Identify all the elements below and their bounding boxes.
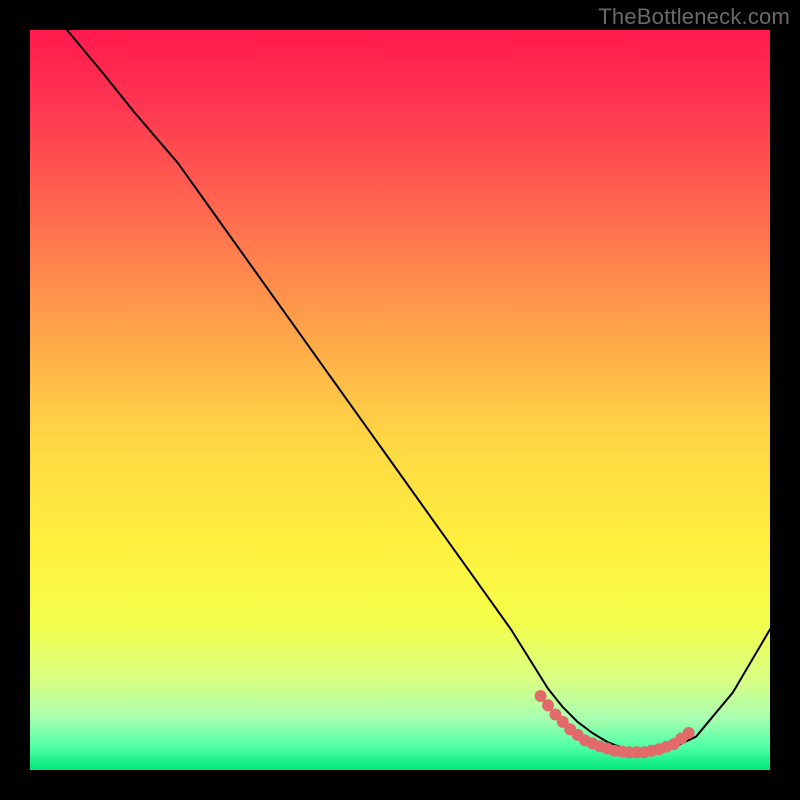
chart-background <box>30 30 770 770</box>
chart-frame: TheBottleneck.com <box>0 0 800 800</box>
optimal-zone-marker <box>683 727 695 739</box>
chart-canvas <box>30 30 770 770</box>
watermark-text: TheBottleneck.com <box>598 4 790 30</box>
